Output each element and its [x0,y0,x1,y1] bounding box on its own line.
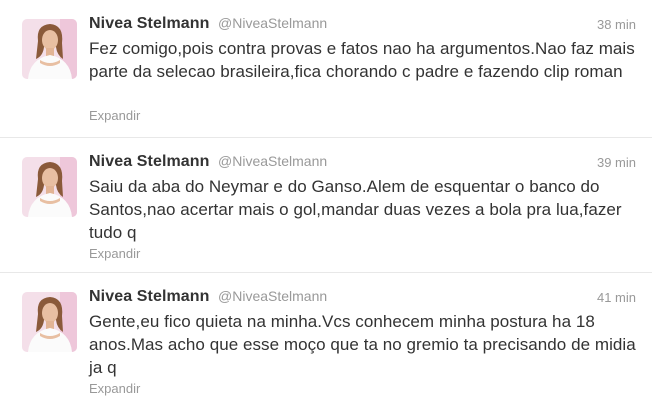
tweet-text: Fez comigo,pois contra provas e fatos na… [89,39,635,81]
avatar[interactable] [22,157,77,217]
avatar-photo-icon [22,19,77,79]
tweet-header: Nivea Stelmann @NiveaStelmann 41 min [89,288,638,308]
expand-link[interactable]: Expandir [89,381,140,396]
author-name[interactable]: Nivea Stelmann [89,15,210,32]
expand-link[interactable]: Expandir [89,246,140,261]
tweet-timestamp[interactable]: 39 min [597,155,636,170]
avatar-photo-icon [22,157,77,217]
tweet-item[interactable]: Nivea Stelmann @NiveaStelmann 41 min Gen… [0,273,652,407]
avatar[interactable] [22,292,77,352]
author-name[interactable]: Nivea Stelmann [89,288,210,305]
avatar[interactable] [22,19,77,79]
tweet-timeline: Nivea Stelmann @NiveaStelmann 38 min Fez… [0,0,652,408]
author-handle[interactable]: @NiveaStelmann [218,15,327,31]
tweet-header: Nivea Stelmann @NiveaStelmann 38 min [89,15,638,35]
tweet-timestamp[interactable]: 38 min [597,17,636,32]
tweet-timestamp[interactable]: 41 min [597,290,636,305]
expand-link[interactable]: Expandir [89,108,140,123]
tweet-text: Saiu da aba do Neymar e do Ganso.Alem de… [89,177,622,242]
tweet-item[interactable]: Nivea Stelmann @NiveaStelmann 39 min Sai… [0,138,652,272]
tweet-text: Gente,eu fico quieta na minha.Vcs conhec… [89,312,636,377]
tweet-item[interactable]: Nivea Stelmann @NiveaStelmann 38 min Fez… [0,0,652,134]
author-name[interactable]: Nivea Stelmann [89,153,210,170]
avatar-photo-icon [22,292,77,352]
tweet-header: Nivea Stelmann @NiveaStelmann 39 min [89,153,638,173]
author-handle[interactable]: @NiveaStelmann [218,288,327,304]
author-handle[interactable]: @NiveaStelmann [218,153,327,169]
